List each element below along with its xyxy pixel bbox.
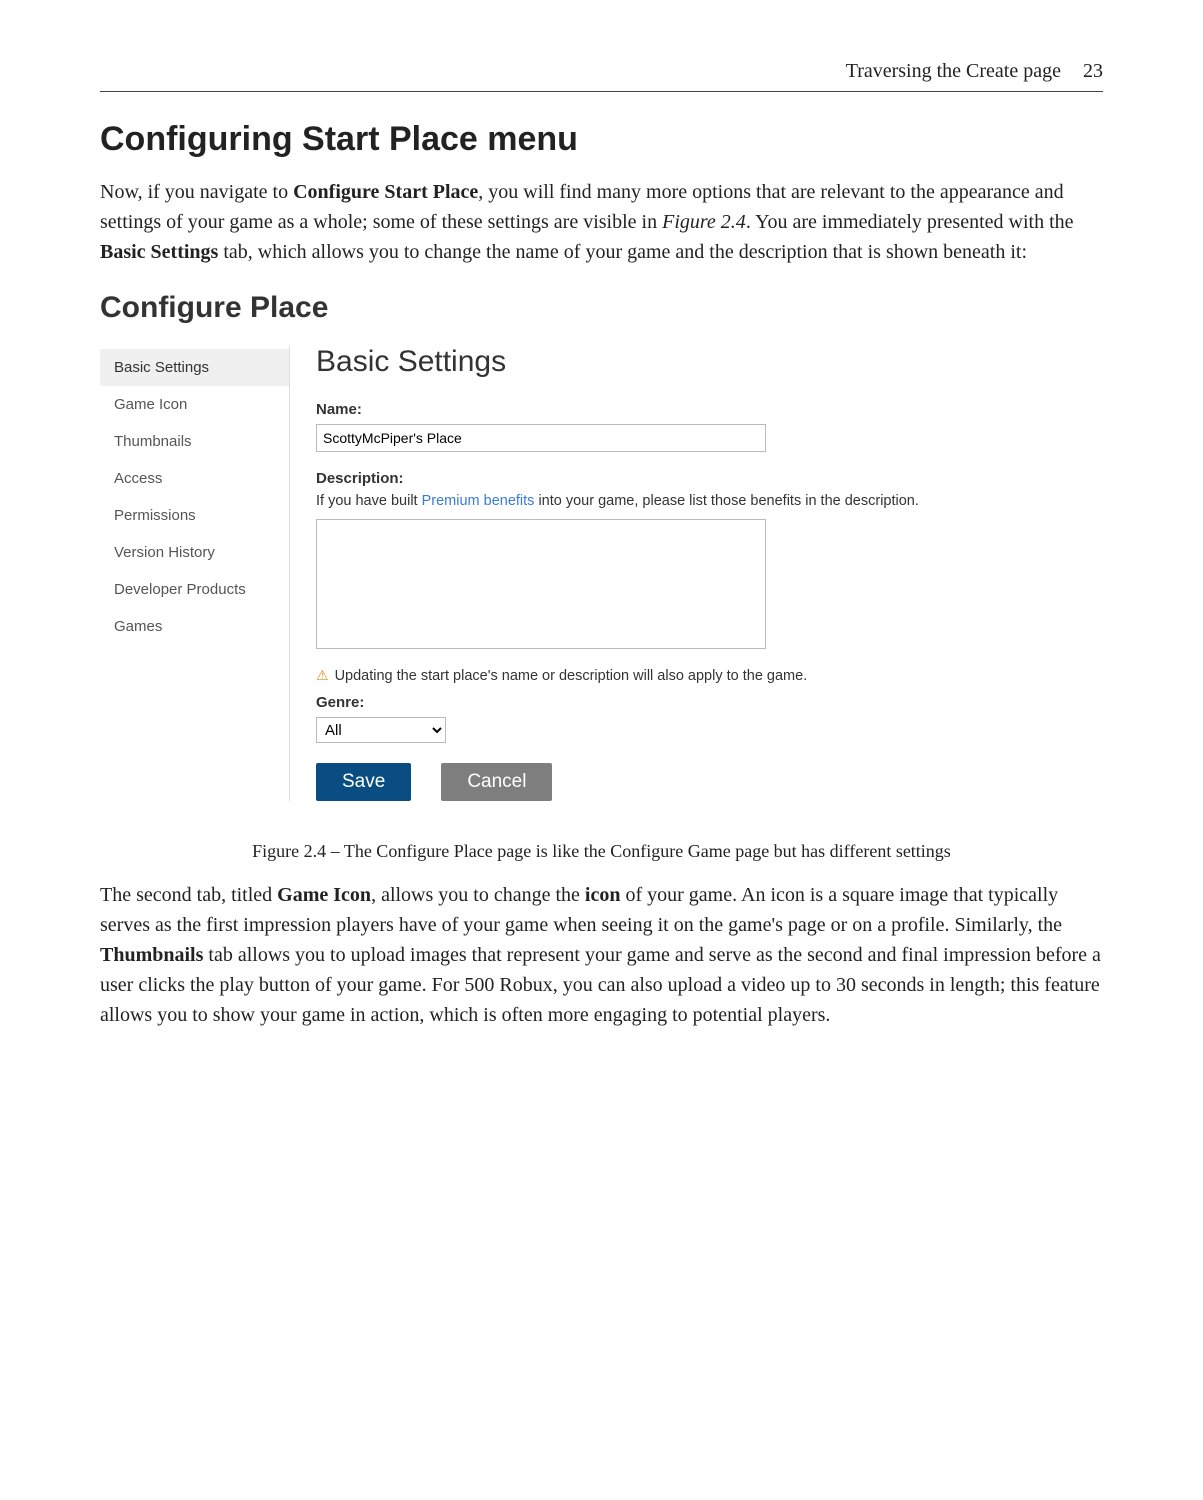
figure-title: Configure Place: [100, 291, 1103, 325]
sidebar-item-access[interactable]: Access: [100, 460, 289, 497]
premium-benefits-link[interactable]: Premium benefits: [422, 493, 535, 509]
panel-heading: Basic Settings: [316, 345, 1103, 379]
sidebar-item-games[interactable]: Games: [100, 608, 289, 645]
intro-paragraph: Now, if you navigate to Configure Start …: [100, 177, 1103, 267]
description-label: Description:: [316, 470, 1103, 487]
page-header: Traversing the Create page 23: [100, 60, 1103, 92]
save-button[interactable]: Save: [316, 763, 411, 801]
chapter-name: Traversing the Create page: [846, 60, 1061, 83]
figure-caption: Figure 2.4 – The Configure Place page is…: [100, 841, 1103, 862]
section-heading: Configuring Start Place menu: [100, 120, 1103, 159]
sidebar-item-developer-products[interactable]: Developer Products: [100, 571, 289, 608]
sidebar-item-permissions[interactable]: Permissions: [100, 497, 289, 534]
description-hint: If you have built Premium benefits into …: [316, 493, 1103, 509]
genre-select[interactable]: All: [316, 717, 446, 743]
cancel-button[interactable]: Cancel: [441, 763, 552, 801]
genre-label: Genre:: [316, 694, 1103, 711]
sidebar-item-thumbnails[interactable]: Thumbnails: [100, 423, 289, 460]
warning-icon: ⚠: [316, 667, 329, 684]
description-textarea[interactable]: [316, 519, 766, 649]
name-input[interactable]: [316, 424, 766, 452]
sidebar-item-version-history[interactable]: Version History: [100, 534, 289, 571]
page-number: 23: [1083, 60, 1103, 83]
configure-sidebar: Basic Settings Game Icon Thumbnails Acce…: [100, 345, 290, 801]
configure-main: Basic Settings Name: Description: If you…: [290, 345, 1103, 801]
sidebar-item-game-icon[interactable]: Game Icon: [100, 386, 289, 423]
figure-2-4: Configure Place Basic Settings Game Icon…: [100, 287, 1103, 819]
button-row: Save Cancel: [316, 763, 1103, 801]
warning-note: ⚠ Updating the start place's name or des…: [316, 667, 1103, 684]
configure-place-panel: Basic Settings Game Icon Thumbnails Acce…: [100, 345, 1103, 801]
second-paragraph: The second tab, titled Game Icon, allows…: [100, 880, 1103, 1030]
name-label: Name:: [316, 401, 1103, 418]
sidebar-item-basic-settings[interactable]: Basic Settings: [100, 349, 289, 386]
